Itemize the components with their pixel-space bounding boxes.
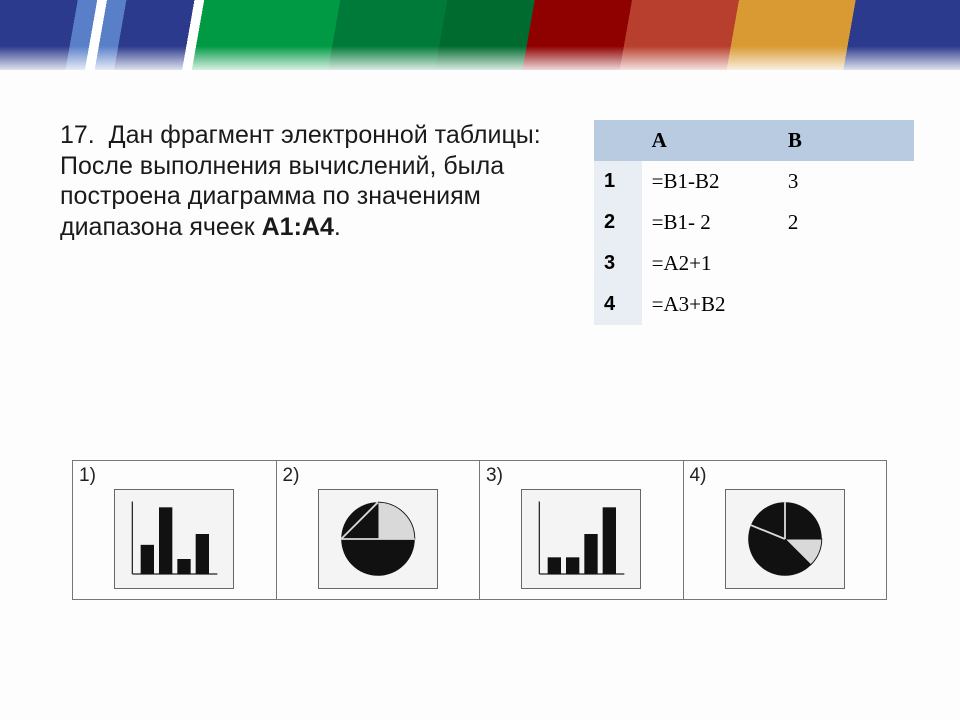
table-row: 3 =A2+1	[594, 243, 914, 284]
question-number: 17.	[60, 121, 95, 149]
answer-option-3[interactable]: 3)	[479, 461, 683, 599]
table-row: 1 =B1-B2 3	[594, 161, 914, 202]
spreadsheet-fragment: A B 1 =B1-B2 3 2 =B1- 2 2 3 =A2+1 4 =	[594, 120, 914, 325]
chart-thumb-2	[318, 489, 438, 589]
row-num: 2	[594, 202, 642, 243]
answer-label: 2)	[283, 465, 300, 487]
answer-option-4[interactable]: 4)	[683, 461, 887, 599]
slide-top-stripe	[0, 0, 960, 70]
table-row: 4 =A3+B2	[594, 284, 914, 325]
question-range: A1:A4	[262, 213, 334, 241]
cell-A4: =A3+B2	[642, 284, 778, 325]
row-num: 1	[594, 161, 642, 202]
col-header-B: B	[778, 120, 914, 161]
chart-thumb-4	[725, 489, 845, 589]
cell-B3	[778, 243, 914, 284]
cell-A2: =B1- 2	[642, 202, 778, 243]
question-text: 17. Дан фрагмент электронной таблицы: По…	[60, 120, 564, 242]
question-dot: .	[334, 213, 341, 241]
row-num: 4	[594, 284, 642, 325]
cell-A3: =A2+1	[642, 243, 778, 284]
answer-option-1[interactable]: 1)	[73, 461, 276, 599]
answer-label: 4)	[690, 465, 707, 487]
question-line1: Дан фрагмент электронной таблицы:	[109, 121, 541, 149]
answer-option-2[interactable]: 2)	[276, 461, 480, 599]
answer-label: 1)	[79, 465, 96, 487]
chart-thumb-1	[114, 489, 234, 589]
cell-B4	[778, 284, 914, 325]
cell-A1: =B1-B2	[642, 161, 778, 202]
sheet-corner	[594, 120, 642, 161]
cell-B2: 2	[778, 202, 914, 243]
row-num: 3	[594, 243, 642, 284]
chart-thumb-3	[521, 489, 641, 589]
answer-label: 3)	[486, 465, 503, 487]
answer-options-row: 1) 2)	[72, 460, 887, 600]
cell-B1: 3	[778, 161, 914, 202]
table-row: 2 =B1- 2 2	[594, 202, 914, 243]
col-header-A: A	[642, 120, 778, 161]
